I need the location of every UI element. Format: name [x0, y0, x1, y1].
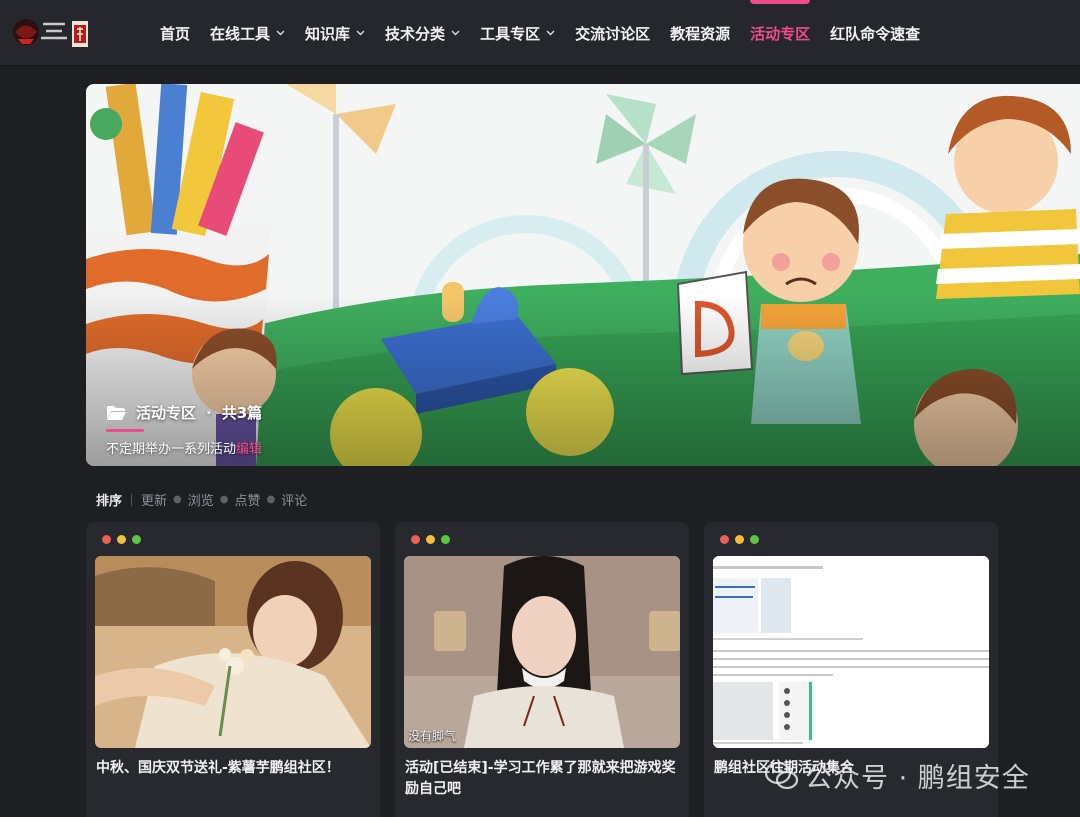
folder-icon: [107, 405, 126, 420]
main-nav: 首页 在线工具 知识库 技术分类 工具专区 交流讨论区 教程资源 活动专区 红队…: [150, 0, 930, 66]
nav-label: 首页: [160, 24, 191, 43]
chevron-down-icon: [546, 30, 555, 36]
window-dots: [720, 535, 765, 544]
thumbnail-caption: 没有脚气: [408, 729, 457, 743]
post-thumbnail[interactable]: [713, 556, 989, 748]
nav-label: 知识库: [305, 24, 351, 43]
nav-item-home[interactable]: 首页: [150, 0, 200, 66]
divider: [131, 493, 133, 506]
nav-label: 技术分类: [385, 24, 446, 43]
post-card[interactable]: 没有脚气 活动[已结束]-学习工作累了那就来把游戏奖励自己吧: [395, 522, 689, 817]
chevron-down-icon: [451, 30, 460, 36]
post-title[interactable]: 中秋、国庆双节送礼-紫薯芋鹏组社区！: [96, 758, 372, 779]
nav-item-discussion[interactable]: 交流讨论区: [565, 0, 660, 66]
hero-underline: [106, 429, 144, 432]
separator-dot: ·: [206, 403, 212, 422]
top-navbar: 首页 在线工具 知识库 技术分类 工具专区 交流讨论区 教程资源 活动专区 红队…: [0, 0, 1080, 66]
post-thumbnail[interactable]: [95, 556, 371, 748]
nav-item-tutorials[interactable]: 教程资源: [660, 0, 740, 66]
nav-item-online-tools[interactable]: 在线工具: [200, 0, 295, 66]
separator-dot: ●: [219, 494, 229, 505]
separator-dot: ●: [173, 494, 182, 505]
hero-description: 不定期举办一系列活动: [106, 442, 237, 457]
post-card[interactable]: 中秋、国庆双节送礼-紫薯芋鹏组社区！: [86, 522, 380, 817]
hero-post-count: 共3篇: [221, 404, 263, 422]
nav-item-redteam-cheatsheet[interactable]: 红队命令速查: [820, 0, 930, 66]
window-dots: [411, 535, 456, 544]
sort-heading: 排序: [96, 494, 123, 509]
nav-item-knowledge-base[interactable]: 知识库: [295, 0, 375, 66]
nav-label: 在线工具: [210, 24, 271, 43]
sort-option-likes[interactable]: 点赞: [235, 490, 261, 509]
nav-label: 活动专区: [750, 24, 811, 43]
post-title[interactable]: 活动[已结束]-学习工作累了那就来把游戏奖励自己吧: [405, 758, 681, 800]
sort-option-comments[interactable]: 评论: [281, 490, 307, 509]
hero-category-name: 活动专区: [136, 404, 197, 422]
post-thumbnail[interactable]: 没有脚气: [404, 556, 680, 748]
watermark: 公众号 · 鹏组安全: [765, 756, 1030, 795]
nav-item-tools-zone[interactable]: 工具专区: [470, 0, 565, 66]
sort-bar: 排序 更新 ● 浏览 ● 点赞 ● 评论: [96, 490, 307, 509]
sort-option-updated[interactable]: 更新: [141, 490, 167, 509]
watermark-text: 公众号 · 鹏组安全: [805, 763, 1030, 794]
site-logo[interactable]: [10, 15, 92, 51]
hero-description-row: 不定期举办一系列活动编辑: [106, 438, 262, 457]
nav-label: 交流讨论区: [575, 24, 651, 43]
nav-item-events[interactable]: 活动专区: [740, 0, 820, 66]
nav-label: 工具专区: [480, 24, 541, 43]
hero-info: 活动专区 · 共3篇 不定期举办一系列活动编辑: [106, 402, 262, 457]
separator-dot: ●: [266, 494, 276, 505]
wechat-icon: [765, 761, 799, 789]
category-hero-banner: 活动专区 · 共3篇 不定期举办一系列活动编辑: [86, 84, 1080, 466]
hero-title-row: 活动专区 · 共3篇: [106, 402, 262, 423]
nav-label: 红队命令速查: [830, 24, 921, 43]
chevron-down-icon: [356, 30, 365, 36]
chevron-down-icon: [276, 30, 285, 36]
edit-link[interactable]: 编辑: [236, 442, 262, 457]
nav-label: 教程资源: [670, 24, 731, 43]
sort-option-views[interactable]: 浏览: [188, 490, 214, 509]
nav-item-tech-categories[interactable]: 技术分类: [375, 0, 470, 66]
window-dots: [102, 535, 147, 544]
